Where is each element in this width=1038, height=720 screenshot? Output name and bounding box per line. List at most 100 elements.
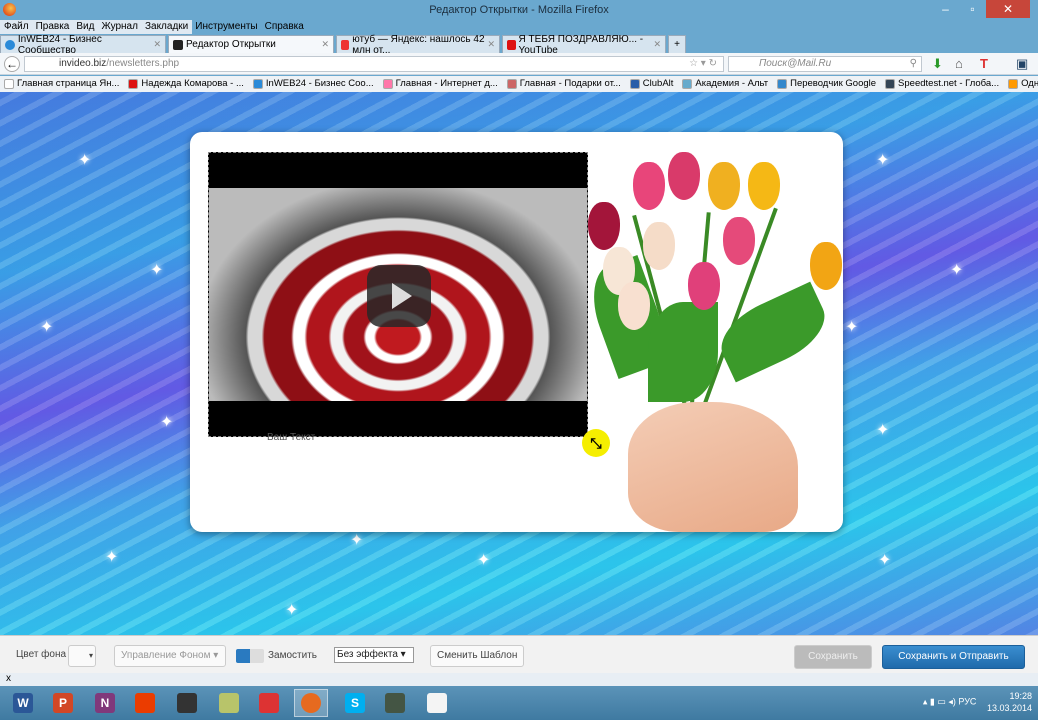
bg-manage-dropdown[interactable]: Управление Фоном ▾ <box>114 645 226 667</box>
bookmark-item[interactable]: InWEB24 - Бизнес Соо... <box>252 76 374 92</box>
sparkle-icon: ✦ <box>350 532 364 549</box>
hand-image <box>628 402 798 532</box>
close-button[interactable]: ✕ <box>986 0 1030 18</box>
taskbar-app-firefox[interactable] <box>294 689 328 717</box>
bookmark-favicon-icon <box>252 79 263 89</box>
navigation-bar: ← invideo.biz/newsletters.php ☆ ▾ ↻ Поис… <box>0 53 1038 75</box>
text-tool-icon[interactable]: T <box>980 56 988 71</box>
bookmark-favicon-icon <box>128 79 139 89</box>
bookmark-item[interactable]: Переводчик Google <box>777 76 876 92</box>
window-title: Редактор Открытки - Mozilla Firefox <box>429 4 609 16</box>
page-content: ✦ ✦ ✦ ✦ ✦ ✦ ✦ ✦ ✦ ✦ ✦ ✦ ✦ Ваш Текст ⤡ <box>0 92 1038 635</box>
home-icon[interactable]: ⌂ <box>955 56 963 71</box>
taskbar-app-java[interactable] <box>420 689 454 717</box>
tab-close-icon[interactable]: ✕ <box>153 39 161 50</box>
editor-toolbar: Цвет фона ▾ Управление Фоном ▾ Замостить… <box>0 635 1038 673</box>
card-text[interactable]: Ваш Текст <box>267 432 315 443</box>
menu-bookmarks[interactable]: Закладки <box>145 20 188 34</box>
tab-close-icon[interactable]: ✕ <box>321 39 329 50</box>
url-bar[interactable]: invideo.biz/newsletters.php ☆ ▾ ↻ <box>24 56 724 72</box>
taskbar-app-studio[interactable] <box>170 689 204 717</box>
menu-view[interactable]: Вид <box>76 20 94 34</box>
bg-manage-label: Управление Фоном <box>121 650 211 661</box>
resize-handle-icon[interactable]: ⤡ <box>582 429 610 457</box>
bookmark-item[interactable]: Главная - Подарки от... <box>506 76 621 92</box>
bookmark-favicon-icon <box>629 79 640 89</box>
bookmark-item[interactable]: Главная страница Ян... <box>4 76 119 92</box>
change-template-button[interactable]: Сменить Шаблон <box>430 645 525 667</box>
video-embed[interactable] <box>208 152 588 437</box>
back-button[interactable]: ← <box>4 56 20 72</box>
tile-toggle[interactable] <box>236 649 264 663</box>
menu-history[interactable]: Журнал <box>101 20 138 34</box>
office-icon <box>135 693 155 713</box>
sparkle-icon: ✦ <box>105 549 119 566</box>
url-host: invideo.biz <box>59 58 107 69</box>
studio-icon <box>177 693 197 713</box>
tab-inweb24[interactable]: InWEB24 - Бизнес Сообщество ✕ <box>0 34 166 56</box>
tab-close-icon[interactable]: ✕ <box>487 39 495 50</box>
taskbar-app-skype[interactable]: S <box>338 689 372 717</box>
taskbar-app-tool[interactable] <box>378 689 412 717</box>
tab-favicon-icon <box>173 39 183 50</box>
bookmark-item[interactable]: Главная - Интернет д... <box>382 76 498 92</box>
menu-tools[interactable]: Инструменты <box>195 20 257 34</box>
menu-help[interactable]: Справка <box>265 20 304 34</box>
addon-icon[interactable]: ▣ <box>1016 56 1028 72</box>
bg-color-picker[interactable]: ▾ <box>68 645 96 667</box>
search-placeholder: Поиск@Mail.Ru <box>759 58 832 69</box>
taskbar-app-powerpoint[interactable]: P <box>46 689 80 717</box>
tray-icons[interactable]: ▴ ▮ ▭ ◂) <box>923 696 959 706</box>
menu-edit[interactable]: Правка <box>36 20 70 34</box>
taskbar-app-word[interactable]: W <box>6 689 40 717</box>
taskbar-app-onenote[interactable]: N <box>88 689 122 717</box>
taskbar-app-app[interactable] <box>252 689 286 717</box>
bookmark-favicon-icon <box>682 79 693 89</box>
sparkle-icon: ✦ <box>876 422 890 439</box>
sparkle-icon: ✦ <box>150 262 164 279</box>
bookmarks-bar: Главная страница Ян... Надежда Комарова -… <box>0 76 1038 92</box>
bookmark-item[interactable]: Надежда Комарова - ... <box>128 76 244 92</box>
maximize-button[interactable]: ▫ <box>959 0 986 18</box>
effect-select[interactable]: Без эффекта ▾ <box>334 647 414 663</box>
search-icon[interactable]: ⚲ <box>910 57 917 71</box>
bookmark-favicon-icon <box>885 79 896 89</box>
search-input[interactable]: Поиск@Mail.Ru ⚲ <box>728 56 922 72</box>
tool-icon <box>385 693 405 713</box>
bookmark-star-icon[interactable]: ☆ <box>689 58 698 69</box>
tab-card-editor[interactable]: Редактор Открытки ✕ <box>168 35 334 53</box>
taskbar-app-notes[interactable] <box>212 689 246 717</box>
word-icon: W <box>13 693 33 713</box>
tab-youtube[interactable]: Я ТЕБЯ ПОЗДРАВЛЯЮ... - YouTube ✕ <box>502 34 666 56</box>
minimize-button[interactable]: – <box>932 0 959 18</box>
download-icon[interactable]: ⬇ <box>932 56 943 72</box>
tab-favicon-icon <box>507 39 516 50</box>
onenote-icon: N <box>95 693 115 713</box>
language-indicator[interactable]: РУС <box>958 696 976 706</box>
menu-bar: Файл Правка Вид Журнал Закладки Инструме… <box>0 20 304 34</box>
bookmark-item[interactable]: Академия - Альт <box>682 76 768 92</box>
new-tab-button[interactable]: + <box>668 35 686 53</box>
sparkle-icon: ✦ <box>845 319 859 336</box>
bookmark-item[interactable]: ClubAlt <box>629 76 674 92</box>
bookmark-label: Академия - Альт <box>695 78 769 89</box>
status-close-button[interactable]: x <box>6 673 11 684</box>
tab-yandex[interactable]: ютуб — Яндекс: нашлось 42 млн от... ✕ <box>336 34 500 56</box>
bookmark-item[interactable]: Speedtest.net - Глоба... <box>885 76 999 92</box>
bookmark-label: Главная страница Ян... <box>17 78 120 89</box>
title-bar: Редактор Открытки - Mozilla Firefox – ▫ … <box>0 0 1038 20</box>
bookmark-item[interactable]: Одноклассники <box>1008 76 1038 92</box>
bookmark-label: Надежда Комарова - ... <box>141 78 244 89</box>
sparkle-icon: ✦ <box>40 319 54 336</box>
sparkle-icon: ✦ <box>78 152 92 169</box>
tab-favicon-icon <box>5 39 15 50</box>
play-button-icon[interactable] <box>367 265 431 327</box>
menu-file[interactable]: Файл <box>4 20 29 34</box>
reload-icon[interactable]: ↻ <box>709 58 717 69</box>
tab-close-icon[interactable]: ✕ <box>653 39 661 50</box>
bookmark-label: ClubAlt <box>642 78 674 89</box>
save-and-send-button[interactable]: Сохранить и Отправить <box>882 645 1025 669</box>
clock[interactable]: 19:28 13.03.2014 <box>987 690 1032 714</box>
save-button[interactable]: Сохранить <box>794 645 872 669</box>
taskbar-app-office[interactable] <box>128 689 162 717</box>
